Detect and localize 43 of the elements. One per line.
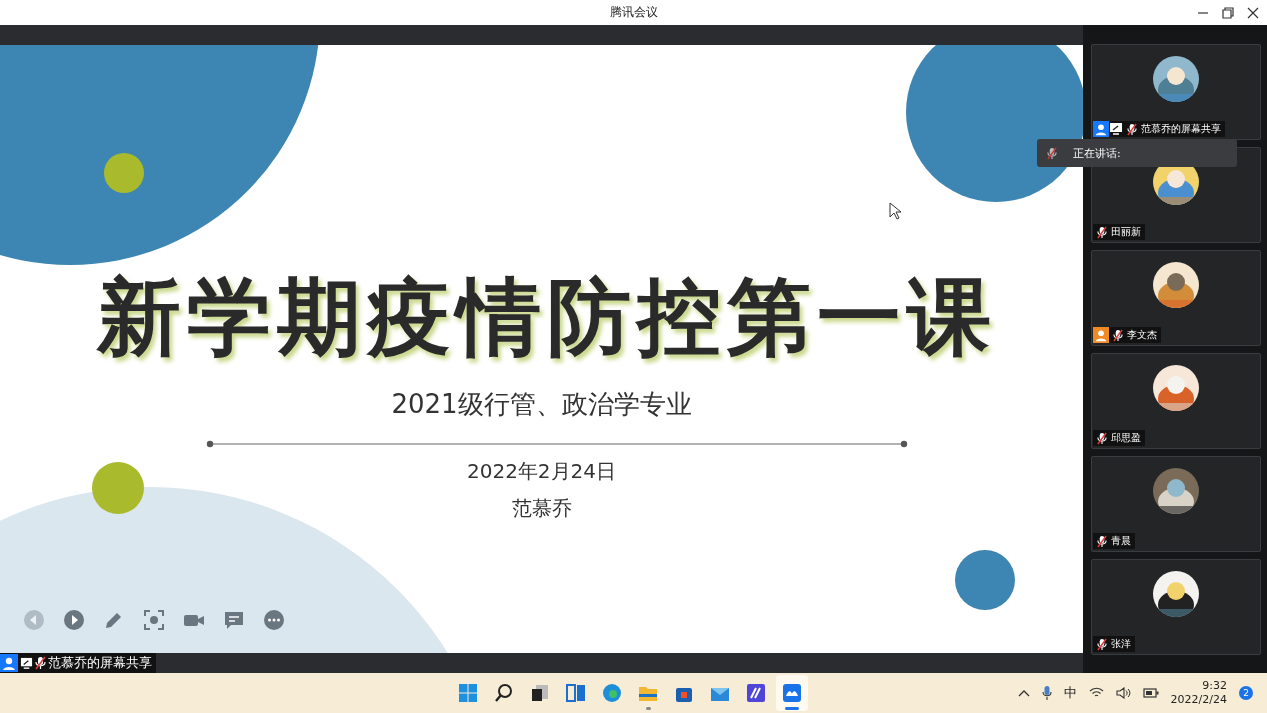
participant-tile[interactable]: 青晨 bbox=[1091, 456, 1261, 552]
participant-name: 张洋 bbox=[1111, 637, 1131, 651]
more-icon[interactable] bbox=[263, 609, 285, 631]
input-method-indicator[interactable]: 中 bbox=[1063, 684, 1077, 702]
clock-time[interactable]: 9:32 bbox=[1202, 679, 1227, 693]
participant-name: 田丽新 bbox=[1111, 225, 1141, 239]
focus-icon[interactable] bbox=[143, 609, 165, 631]
search-icon[interactable] bbox=[493, 682, 515, 704]
slide-date: 2022年2月24日 bbox=[466, 458, 617, 485]
restore-icon[interactable] bbox=[1222, 7, 1234, 19]
meeting-taskbar-button[interactable] bbox=[776, 675, 808, 711]
clock-date[interactable]: 2022/2/24 bbox=[1170, 693, 1227, 707]
participant-tile[interactable]: 范慕乔的屏幕共享 bbox=[1091, 44, 1261, 140]
muted-microphone-icon bbox=[1047, 146, 1057, 160]
participant-tile[interactable]: 邱思盈 bbox=[1091, 353, 1261, 449]
speaker-icon[interactable] bbox=[1115, 687, 1131, 699]
browser-icon[interactable] bbox=[601, 682, 623, 704]
microphone-icon[interactable] bbox=[1041, 685, 1052, 701]
participant-name: 邱思盈 bbox=[1111, 431, 1141, 445]
decorative-circle bbox=[955, 550, 1015, 610]
windows-icon[interactable] bbox=[529, 682, 551, 704]
participant-name: 李文杰 bbox=[1127, 328, 1157, 342]
panels-icon[interactable] bbox=[565, 682, 587, 704]
participant-name: 青晨 bbox=[1111, 534, 1131, 548]
participant-tile[interactable]: 张洋 bbox=[1091, 559, 1261, 655]
chat-icon[interactable] bbox=[223, 609, 245, 631]
window-title: 腾讯会议 bbox=[609, 4, 658, 21]
close-icon[interactable] bbox=[1247, 7, 1259, 19]
participant-tile[interactable]: 李文杰 bbox=[1091, 250, 1261, 346]
battery-icon[interactable] bbox=[1142, 688, 1159, 698]
wifi-icon[interactable] bbox=[1088, 687, 1104, 699]
stripes-icon[interactable] bbox=[745, 682, 767, 704]
windows-logo-icon[interactable] bbox=[457, 682, 479, 704]
slide-subtitle: 2021级行管、政治学专业 bbox=[391, 388, 692, 421]
notification-count[interactable]: 2 bbox=[1239, 686, 1253, 700]
cursor-icon bbox=[889, 202, 901, 220]
chevron-up-icon[interactable] bbox=[1017, 689, 1030, 697]
share-label: 范慕乔的屏幕共享 bbox=[48, 654, 152, 672]
next-icon[interactable] bbox=[63, 609, 85, 631]
participant-name: 范慕乔的屏幕共享 bbox=[1141, 122, 1221, 136]
app-icon[interactable] bbox=[781, 682, 803, 704]
slide-title: 新学期疫情防控第一课 bbox=[96, 267, 997, 367]
presenter-name: 范慕乔 bbox=[511, 495, 572, 522]
